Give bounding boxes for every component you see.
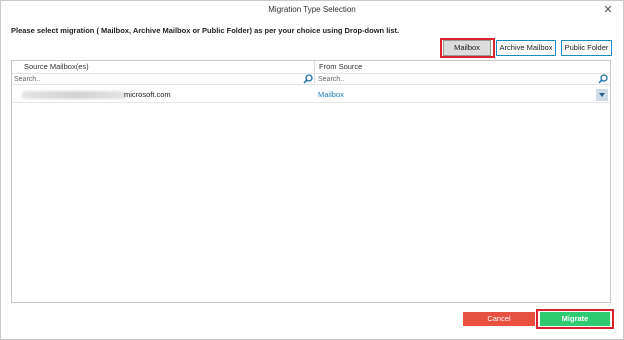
- search-icon[interactable]: [597, 73, 609, 85]
- redacted-email-prefix: [22, 91, 126, 99]
- source-mailbox-domain: microsoft.com: [124, 90, 171, 99]
- from-source-search-input[interactable]: Search..: [315, 73, 610, 85]
- chevron-down-icon[interactable]: [596, 89, 608, 101]
- migrate-button[interactable]: Migrate: [540, 312, 610, 326]
- mailbox-type-button[interactable]: Mailbox: [443, 40, 491, 56]
- table-row[interactable]: microsoft.com Mailbox: [12, 87, 610, 103]
- cancel-button[interactable]: Cancel: [463, 312, 535, 326]
- from-source-value[interactable]: Mailbox: [318, 90, 344, 100]
- source-search-input[interactable]: Search..: [12, 73, 314, 85]
- column-header-from-source[interactable]: From Source: [319, 61, 599, 73]
- close-icon[interactable]: ✕: [601, 3, 615, 17]
- instruction-text: Please select migration ( Mailbox, Archi…: [11, 26, 400, 35]
- title-bar: Migration Type Selection ✕: [1, 1, 623, 19]
- mailbox-grid: Source Mailbox(es) From Source Search.. …: [11, 60, 611, 303]
- migration-type-dialog: Migration Type Selection ✕ Please select…: [0, 0, 624, 340]
- dialog-title: Migration Type Selection: [268, 5, 356, 14]
- archive-mailbox-type-button[interactable]: Archive Mailbox: [496, 40, 556, 56]
- column-header-source-mailboxes[interactable]: Source Mailbox(es): [24, 61, 304, 73]
- public-folder-type-button[interactable]: Public Folder: [561, 40, 612, 56]
- search-icon[interactable]: [302, 73, 314, 85]
